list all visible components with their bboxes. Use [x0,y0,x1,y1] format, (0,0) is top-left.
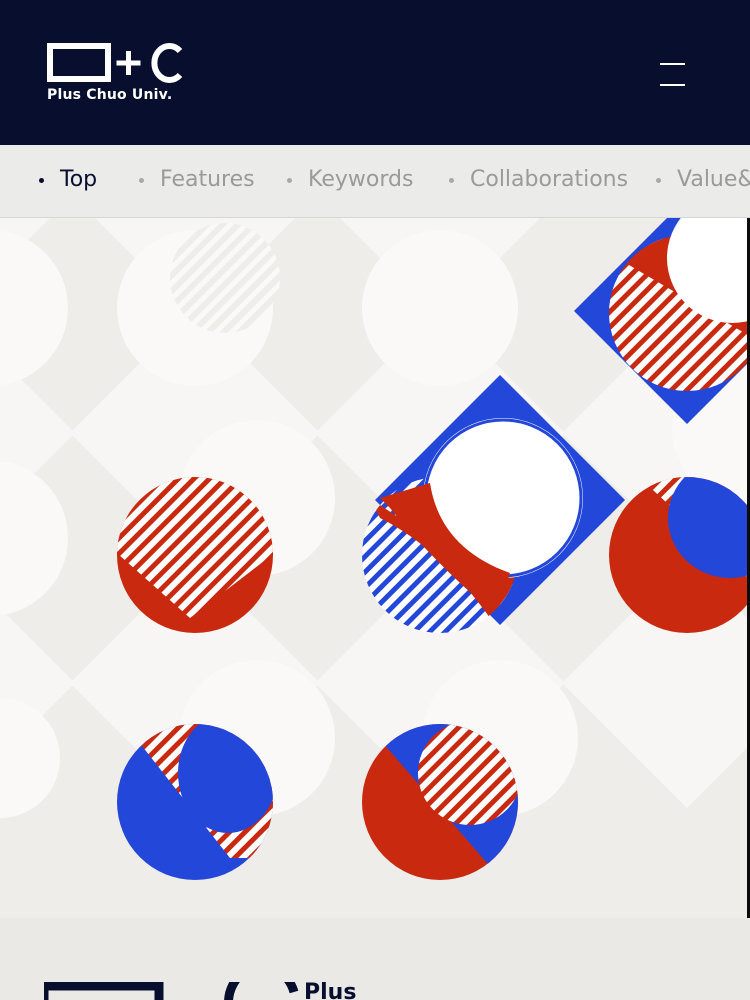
nav-item-collaborations[interactable]: Collaborations [470,145,628,217]
nav-item-value[interactable]: Value& [677,145,750,217]
site-logo[interactable]: Plus Chuo Univ. [47,42,197,106]
nav-bullet-icon [139,178,144,183]
hero-pattern [0,218,750,918]
logo-text: Plus Chuo Univ. [47,87,173,103]
footer-logo-text: Plus [304,980,357,1000]
nav-item-top[interactable]: Top [60,145,97,217]
menu-button[interactable] [648,52,696,96]
logo-mark-icon [47,43,183,83]
nav-bullet-icon [287,178,292,183]
nav-item-features[interactable]: Features [160,145,255,217]
menu-line-top [660,63,685,65]
geometric-pattern-graphic [0,218,750,880]
nav-bullet-icon [449,178,454,183]
nav-bullet-icon [656,178,661,183]
section-nav: Top Features Keywords Collaborations Val… [0,145,750,218]
intro-section: Plus [0,918,750,1000]
footer-logo-mark-icon [44,982,299,1000]
nav-item-keywords[interactable]: Keywords [308,145,413,217]
menu-line-bottom [660,84,685,86]
site-header: Plus Chuo Univ. [0,0,750,145]
nav-bullet-icon [39,178,44,183]
